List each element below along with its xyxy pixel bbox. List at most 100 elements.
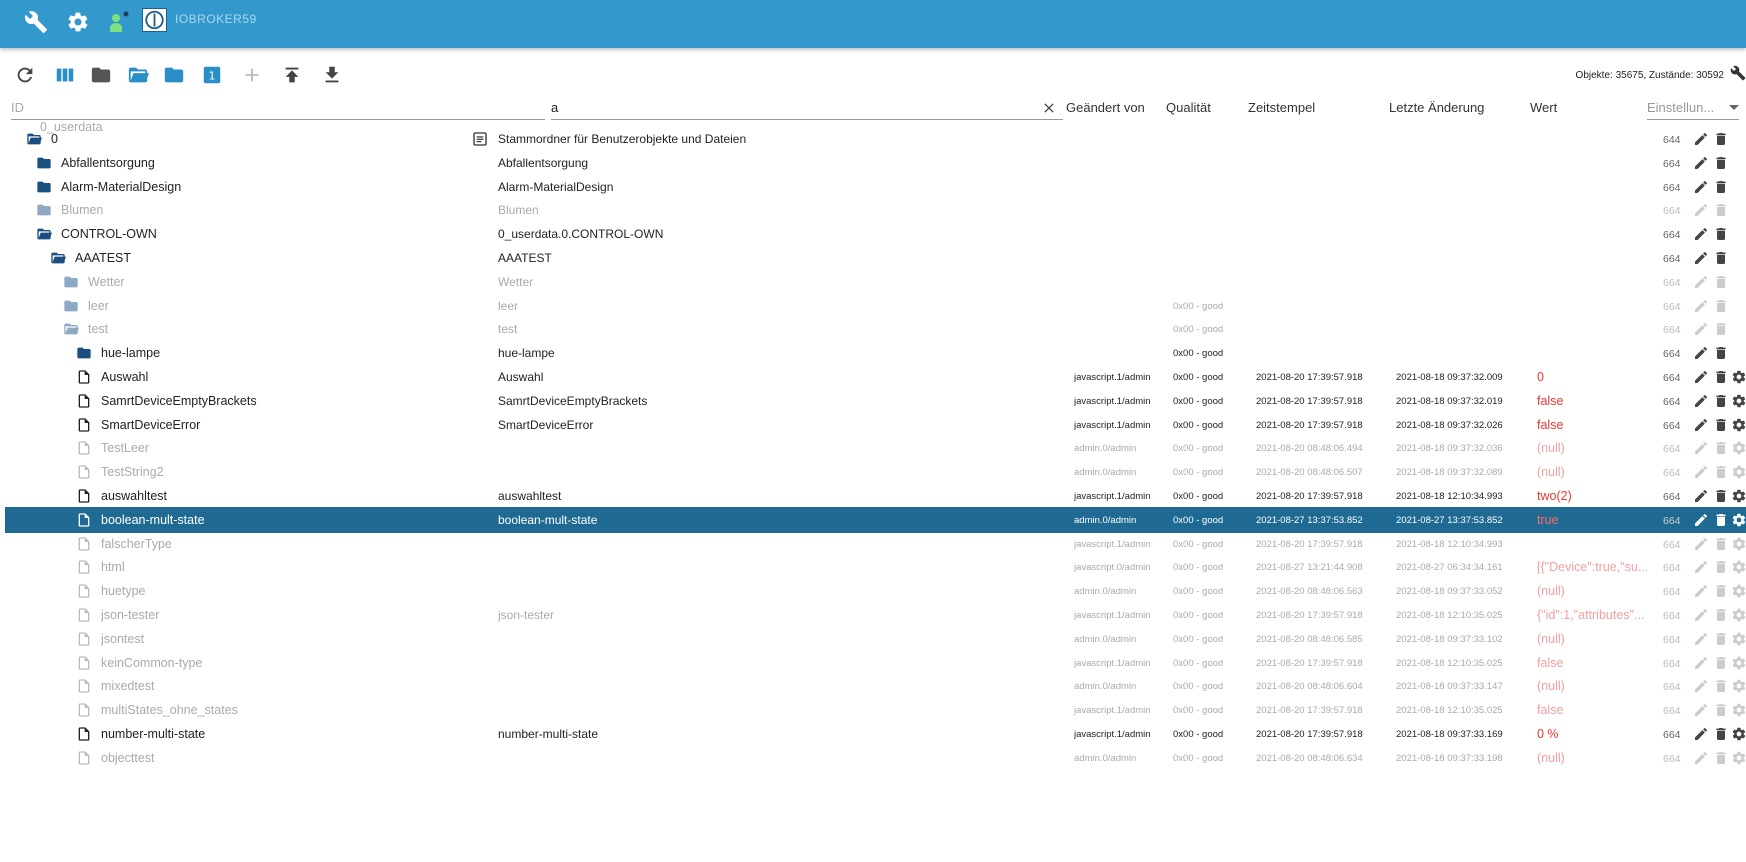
edit-icon[interactable] (1693, 298, 1709, 314)
cog-icon[interactable] (66, 10, 90, 34)
delete-icon[interactable] (1713, 226, 1729, 242)
upload-icon[interactable] (281, 64, 303, 86)
column-header-changed-by[interactable]: Geändert von (1066, 100, 1145, 115)
edit-icon[interactable] (1693, 678, 1709, 694)
edit-icon[interactable] (1693, 440, 1709, 456)
user-icon[interactable] (106, 10, 130, 34)
delete-icon[interactable] (1713, 155, 1729, 171)
gear-icon[interactable] (1731, 369, 1746, 385)
edit-icon[interactable] (1693, 250, 1709, 266)
state-value[interactable]: false (1537, 418, 1649, 432)
tree-row[interactable]: AAATEST AAATEST 664 (5, 245, 1746, 271)
gear-icon[interactable] (1731, 536, 1746, 552)
tree-row[interactable]: number-multi-state number-multi-state java… (5, 721, 1746, 747)
gear-icon[interactable] (1731, 464, 1746, 480)
tree-row[interactable]: CONTROL-OWN 0_userdata.0.CONTROL-OWN 664 (5, 221, 1746, 247)
column-header-timestamp[interactable]: Zeitstempel (1248, 100, 1315, 115)
tree-row[interactable]: json-tester json-tester javascript.1/admin… (5, 602, 1746, 628)
state-value[interactable]: (null) (1537, 751, 1649, 765)
gear-icon[interactable] (1731, 702, 1746, 718)
delete-icon[interactable] (1713, 464, 1729, 480)
wrench-icon[interactable] (24, 10, 48, 34)
state-value[interactable]: true (1537, 513, 1649, 527)
delete-icon[interactable] (1713, 607, 1729, 623)
gear-icon[interactable] (1731, 559, 1746, 575)
delete-icon[interactable] (1713, 393, 1729, 409)
column-header-quality[interactable]: Qualität (1166, 100, 1211, 115)
edit-icon[interactable] (1693, 488, 1709, 504)
folder-open-icon[interactable] (127, 64, 149, 86)
state-value[interactable]: (null) (1537, 632, 1649, 646)
edit-icon[interactable] (1693, 583, 1709, 599)
tree-row[interactable]: TestString2 admin.0/admin 0x00 - good 2021-… (5, 459, 1746, 485)
edit-icon[interactable] (1693, 179, 1709, 195)
delete-icon[interactable] (1713, 536, 1729, 552)
edit-icon[interactable] (1693, 559, 1709, 575)
delete-icon[interactable] (1713, 631, 1729, 647)
gear-icon[interactable] (1731, 583, 1746, 599)
gear-icon[interactable] (1731, 417, 1746, 433)
delete-icon[interactable] (1713, 369, 1729, 385)
tree-row[interactable]: SamrtDeviceEmptyBrackets SamrtDeviceEmpty… (5, 388, 1746, 414)
wrench-icon[interactable] (1730, 64, 1746, 82)
tree-row[interactable]: boolean-mult-state boolean-mult-state admi… (5, 506, 1746, 533)
tree-row[interactable]: html javascript.0/admin 0x00 - good 2021-08… (5, 554, 1746, 580)
gear-icon[interactable] (1731, 488, 1746, 504)
state-value[interactable]: (null) (1537, 679, 1649, 693)
delete-icon[interactable] (1713, 583, 1729, 599)
download-icon[interactable] (321, 64, 343, 86)
edit-icon[interactable] (1693, 369, 1709, 385)
edit-icon[interactable] (1693, 417, 1709, 433)
gear-icon[interactable] (1731, 726, 1746, 742)
gear-icon[interactable] (1731, 655, 1746, 671)
clear-filter-icon[interactable] (1041, 100, 1057, 116)
delete-icon[interactable] (1713, 440, 1729, 456)
name-filter-input[interactable]: a (551, 98, 1063, 120)
tree-row[interactable]: objecttest admin.0/admin 0x00 - good 2021-0… (5, 745, 1746, 771)
delete-icon[interactable] (1713, 655, 1729, 671)
delete-icon[interactable] (1713, 559, 1729, 575)
add-icon[interactable] (241, 64, 263, 86)
column-header-value[interactable]: Wert (1530, 100, 1557, 115)
settings-select[interactable]: Einstellun... (1647, 98, 1739, 120)
tree-row[interactable]: huetype admin.0/admin 0x00 - good 2021-08-2… (5, 578, 1746, 604)
edit-icon[interactable] (1693, 226, 1709, 242)
edit-icon[interactable] (1693, 393, 1709, 409)
tree-row[interactable]: Blumen Blumen 664 (5, 197, 1746, 223)
state-value[interactable]: false (1537, 656, 1649, 670)
folder-icon[interactable] (90, 64, 112, 86)
edit-icon[interactable] (1693, 512, 1709, 528)
gear-icon[interactable] (1731, 512, 1746, 528)
edit-icon[interactable] (1693, 345, 1709, 361)
columns-icon[interactable] (54, 64, 76, 86)
edit-icon[interactable] (1693, 702, 1709, 718)
state-value[interactable]: false (1537, 703, 1649, 717)
state-value[interactable]: (null) (1537, 465, 1649, 479)
delete-icon[interactable] (1713, 702, 1729, 718)
column-header-last-change[interactable]: Letzte Änderung (1389, 100, 1484, 115)
edit-icon[interactable] (1693, 536, 1709, 552)
edit-icon[interactable] (1693, 464, 1709, 480)
tree-row[interactable]: Auswahl Auswahl javascript.1/admin 0x00 - g… (5, 364, 1746, 390)
delete-icon[interactable] (1713, 179, 1729, 195)
tree-row[interactable]: 0 Stammordner für Benutzerobjekte und Dat… (5, 126, 1746, 152)
delete-icon[interactable] (1713, 274, 1729, 290)
tree-row[interactable]: TestLeer admin.0/admin 0x00 - good 2021-08-… (5, 435, 1746, 461)
edit-icon[interactable] (1693, 131, 1709, 147)
tree-row[interactable]: SmartDeviceError SmartDeviceError javascri… (5, 412, 1746, 438)
folder-icon[interactable] (163, 64, 185, 86)
delete-icon[interactable] (1713, 345, 1729, 361)
gear-icon[interactable] (1731, 393, 1746, 409)
gear-icon[interactable] (1731, 440, 1746, 456)
edit-icon[interactable] (1693, 631, 1709, 647)
delete-icon[interactable] (1713, 131, 1729, 147)
tree-row[interactable]: auswahltest auswahltest javascript.1/admin… (5, 483, 1746, 509)
state-value[interactable]: 0 (1537, 370, 1649, 384)
gear-icon[interactable] (1731, 678, 1746, 694)
delete-icon[interactable] (1713, 488, 1729, 504)
state-value[interactable]: (null) (1537, 441, 1649, 455)
tree-row[interactable]: multiStates_ohne_states javascript.1/admi… (5, 697, 1746, 723)
id-filter-input[interactable]: ID (11, 98, 545, 120)
delete-icon[interactable] (1713, 321, 1729, 337)
delete-icon[interactable] (1713, 298, 1729, 314)
